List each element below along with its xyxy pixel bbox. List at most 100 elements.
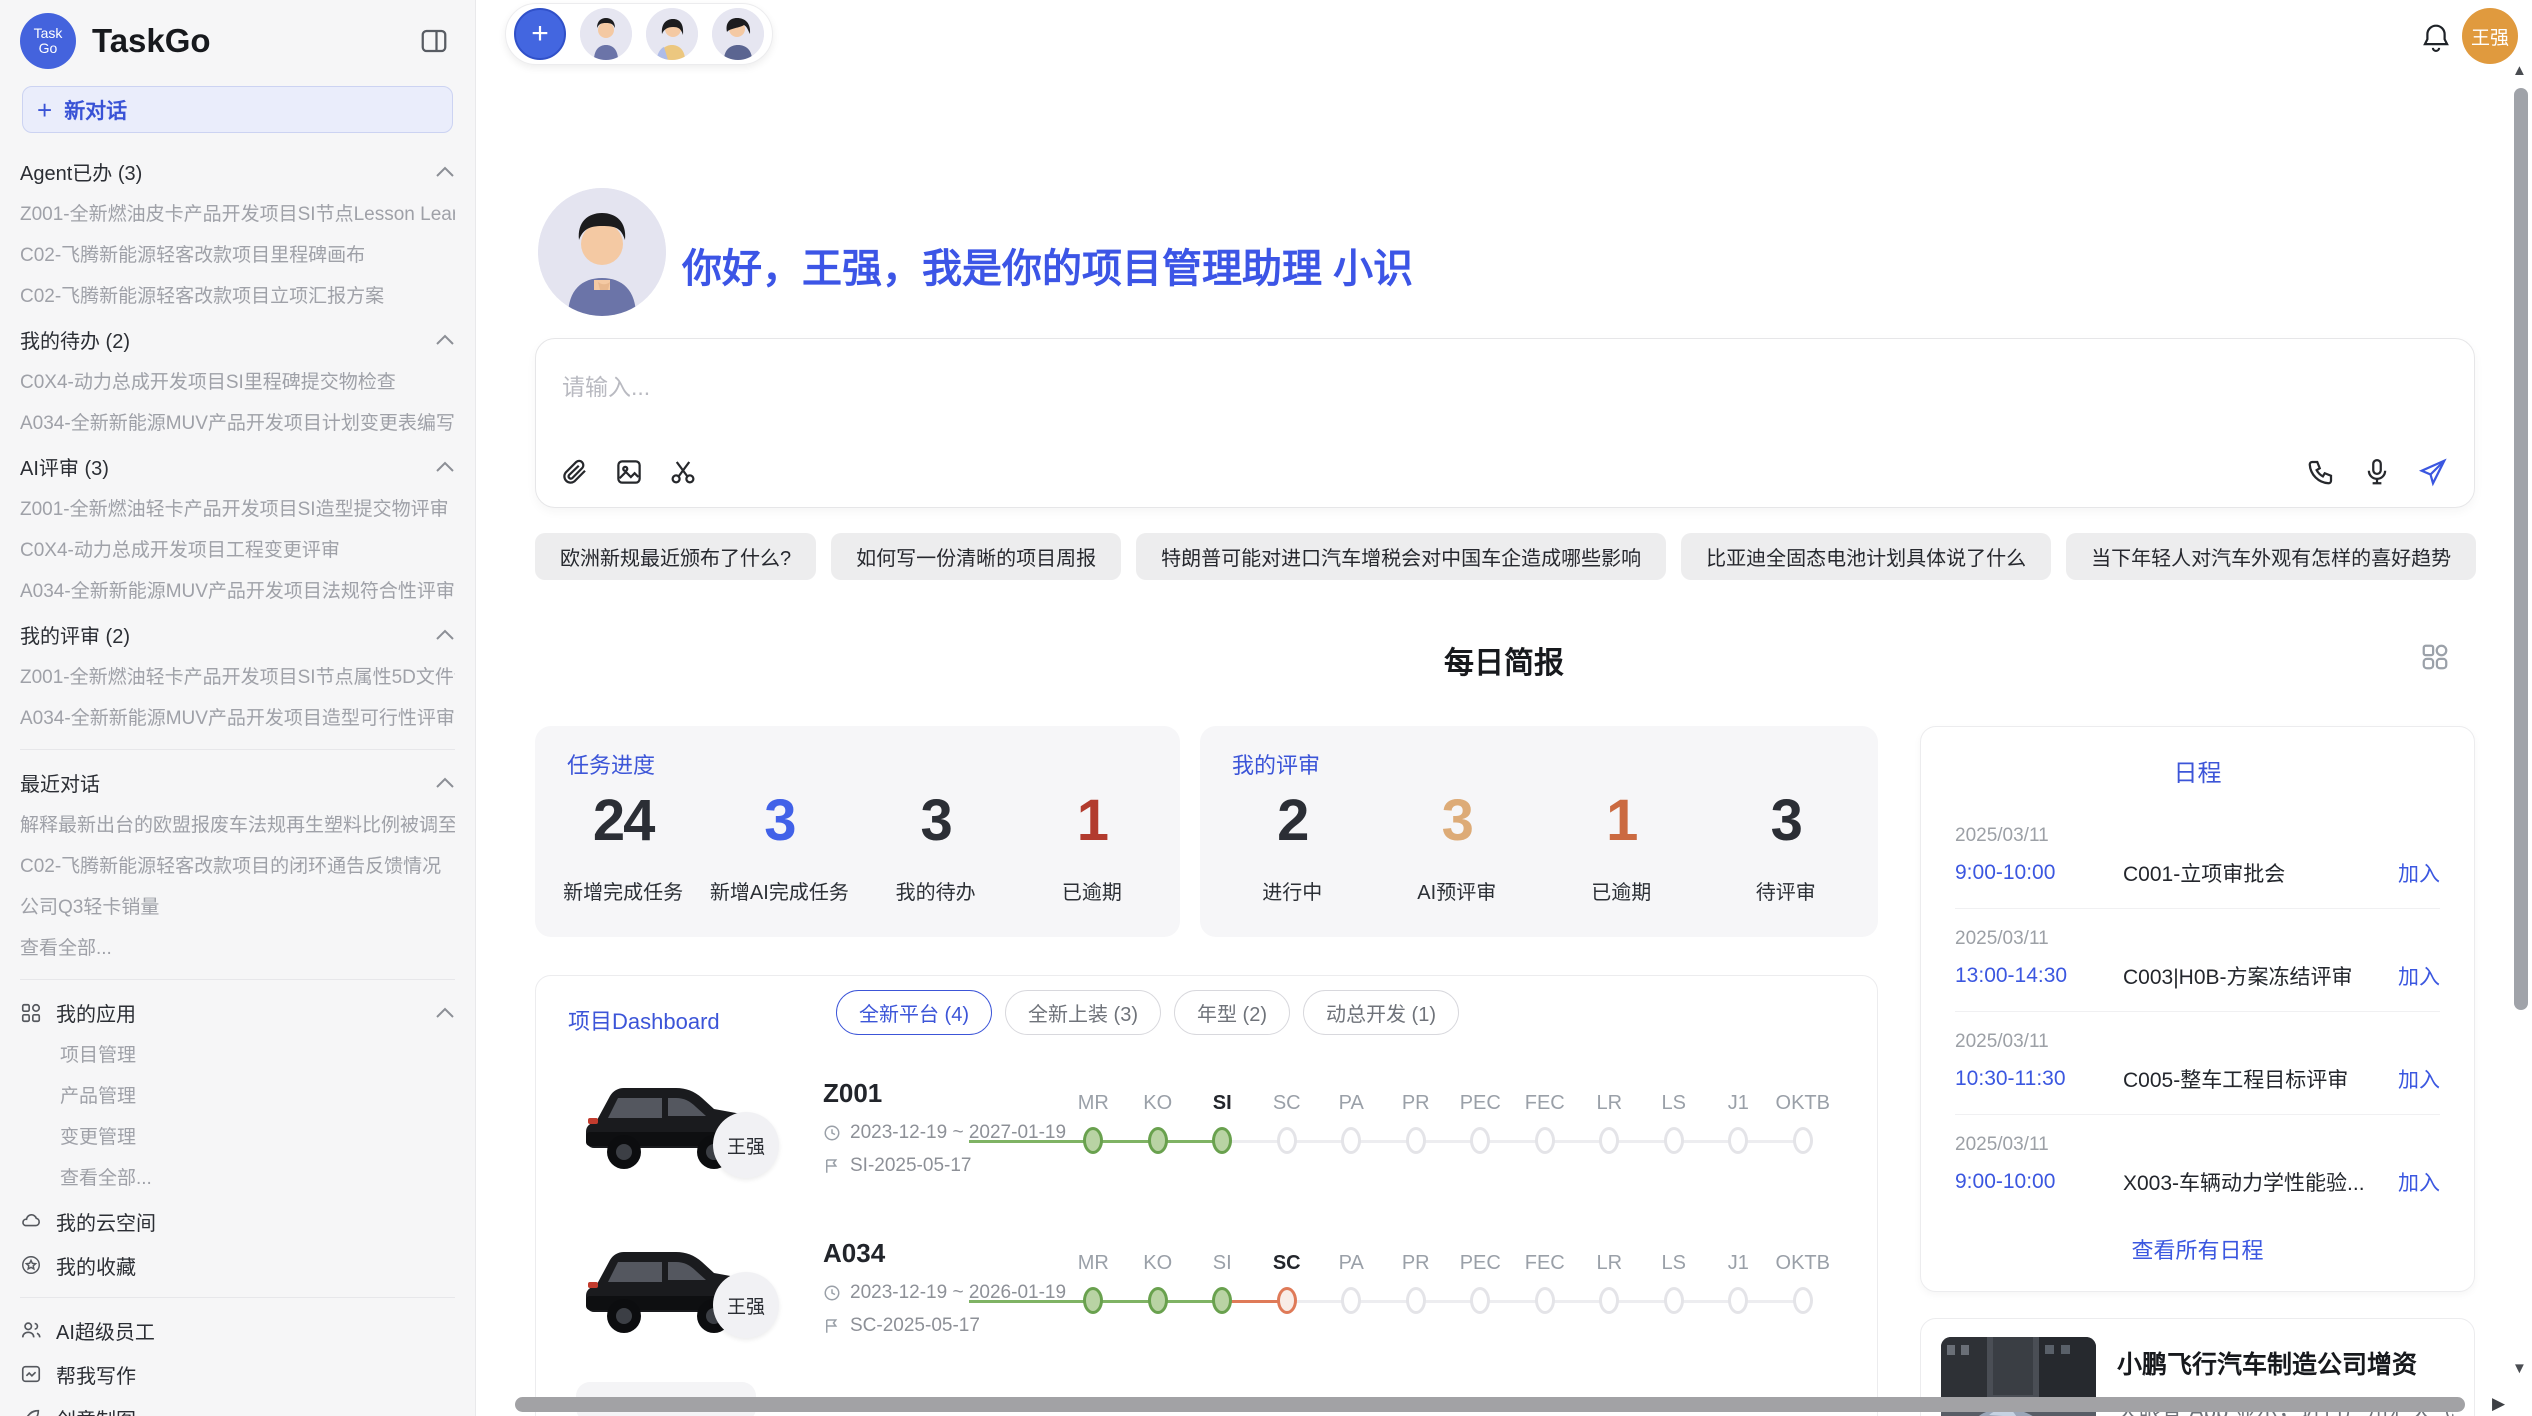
milestone-label: SI bbox=[1213, 1251, 1232, 1275]
sidebar-item[interactable]: A034-全新新能源MUV产品开发项目法规符合性评审 bbox=[20, 571, 455, 612]
suggestion-chip[interactable]: 比亚迪全固态电池计划具体说了什么 bbox=[1681, 533, 2051, 580]
milestone-step: PR bbox=[1384, 1091, 1449, 1166]
sidebar-item[interactable]: C0X4-动力总成开发项目SI里程碑提交物检查 bbox=[20, 362, 455, 403]
app-title: TaskGo bbox=[92, 22, 211, 60]
sidebar-item-help-write[interactable]: 帮我写作 bbox=[20, 1352, 455, 1396]
sidebar-item-ai-employee[interactable]: AI超级员工 bbox=[20, 1308, 455, 1352]
group-header-agent-done[interactable]: Agent已办 (3) bbox=[20, 149, 455, 194]
send-icon[interactable] bbox=[2418, 457, 2448, 487]
recent-chat-item[interactable]: 解释最新出台的欧盟报废车法规再生塑料比例被调至15%... bbox=[20, 805, 455, 846]
stat-value: 1 bbox=[1014, 788, 1170, 854]
stat-new-ai-completed: 3 新增AI完成任务 bbox=[701, 788, 857, 905]
sidebar-item[interactable]: C02-飞腾新能源轻客改款项目里程碑画布 bbox=[20, 235, 455, 276]
suggestion-chip[interactable]: 如何写一份清晰的项目周报 bbox=[831, 533, 1121, 580]
group-title: 最近对话 bbox=[20, 768, 100, 797]
join-button[interactable]: 加入 bbox=[2398, 961, 2440, 991]
agent-avatar-3[interactable] bbox=[712, 8, 764, 60]
stat-new-completed: 24 新增完成任务 bbox=[545, 788, 701, 905]
group-header-my-apps[interactable]: 我的应用 bbox=[20, 990, 455, 1035]
milestone-step: SC bbox=[1255, 1091, 1320, 1166]
owner-name: 王强 bbox=[727, 1132, 765, 1159]
recent-view-all[interactable]: 查看全部... bbox=[20, 928, 455, 969]
group-header-recent-chats[interactable]: 最近对话 bbox=[20, 760, 455, 805]
milestone-rail: MR KO SI SC PA PR PEC FEC LR LS J1 OKTB bbox=[1061, 1251, 1835, 1326]
sidebar-item-creative-draw[interactable]: 创意制图 bbox=[20, 1396, 455, 1416]
group-title: 我的评审 (2) bbox=[20, 620, 130, 649]
sidebar-item-favorites[interactable]: 我的收藏 bbox=[20, 1243, 455, 1287]
project-name[interactable]: A034 bbox=[823, 1238, 885, 1269]
agent-avatar-2[interactable] bbox=[646, 8, 698, 60]
stat-label: AI预评审 bbox=[1375, 876, 1540, 905]
add-agent-button[interactable]: + bbox=[514, 8, 566, 60]
chat-input[interactable] bbox=[562, 367, 2062, 407]
milestone-step: MR bbox=[1061, 1091, 1126, 1166]
chevron-up-icon bbox=[435, 1007, 455, 1019]
scroll-down-arrow[interactable]: ▼ bbox=[2512, 1360, 2527, 1377]
scroll-up-arrow[interactable]: ▲ bbox=[2512, 62, 2527, 79]
suggestion-chip[interactable]: 当下年轻人对汽车外观有怎样的喜好趋势 bbox=[2066, 533, 2476, 580]
scroll-right-arrow[interactable]: ▶ bbox=[2492, 1394, 2505, 1414]
app-item-product-mgmt[interactable]: 产品管理 bbox=[20, 1076, 455, 1117]
sidebar-item[interactable]: Z001-全新燃油轻卡产品开发项目SI造型提交物评审 bbox=[20, 489, 455, 530]
help-write-label: 帮我写作 bbox=[56, 1360, 136, 1389]
view-all-schedule-link[interactable]: 查看所有日程 bbox=[1921, 1233, 2474, 1265]
clock-icon bbox=[823, 1284, 841, 1302]
milestone-step: OKTB bbox=[1771, 1091, 1836, 1166]
tab-new-platform[interactable]: 全新平台 (4) bbox=[836, 990, 992, 1035]
card-title: 我的评审 bbox=[1232, 748, 1320, 780]
stat-label: 待评审 bbox=[1704, 876, 1869, 905]
phone-call-icon[interactable] bbox=[2306, 457, 2336, 487]
ai-employee-label: AI超级员工 bbox=[56, 1316, 155, 1345]
milestone-dot bbox=[1277, 1287, 1297, 1314]
recent-chat-item[interactable]: C02-飞腾新能源轻客改款项目的闭环通告反馈情况 bbox=[20, 846, 455, 887]
app-item-project-mgmt[interactable]: 项目管理 bbox=[20, 1035, 455, 1076]
milestone-label: PA bbox=[1339, 1091, 1364, 1115]
tab-model-year[interactable]: 年型 (2) bbox=[1174, 990, 1290, 1035]
group-header-my-review[interactable]: 我的评审 (2) bbox=[20, 612, 455, 657]
vertical-scrollbar[interactable] bbox=[2514, 88, 2528, 1010]
sidebar-item[interactable]: Z001-全新燃油轻卡产品开发项目SI节点属性5D文件评审 bbox=[20, 657, 455, 698]
sidebar-item[interactable]: A034-全新新能源MUV产品开发项目造型可行性评审 bbox=[20, 698, 455, 739]
user-avatar[interactable]: 王强 bbox=[2462, 8, 2518, 64]
daily-briefing-title: 每日简报 bbox=[476, 638, 2532, 682]
sidebar-item[interactable]: C0X4-动力总成开发项目工程变更评审 bbox=[20, 530, 455, 571]
group-header-my-todo[interactable]: 我的待办 (2) bbox=[20, 317, 455, 362]
project-flag-milestone: SI-2025-05-17 bbox=[823, 1155, 971, 1177]
sidebar-item-cloud-space[interactable]: 我的云空间 bbox=[20, 1199, 455, 1243]
sidebar-item[interactable]: Z001-全新燃油皮卡产品开发项目SI节点Lesson Learn报告 bbox=[20, 194, 455, 235]
horizontal-scrollbar[interactable] bbox=[515, 1397, 2465, 1412]
layout-grid-icon[interactable] bbox=[2420, 642, 2450, 672]
divider bbox=[20, 749, 455, 750]
sidebar-item[interactable]: A034-全新新能源MUV产品开发项目计划变更表编写 bbox=[20, 403, 455, 444]
sidebar-header: Task Go TaskGo bbox=[20, 10, 455, 72]
app-item-change-mgmt[interactable]: 变更管理 bbox=[20, 1117, 455, 1158]
apps-view-all[interactable]: 查看全部... bbox=[20, 1158, 455, 1199]
join-button[interactable]: 加入 bbox=[2398, 858, 2440, 888]
chevron-up-icon bbox=[435, 629, 455, 641]
image-icon[interactable] bbox=[614, 457, 644, 487]
main-area: + bbox=[476, 0, 2532, 1416]
project-name[interactable]: Z001 bbox=[823, 1078, 882, 1109]
join-button[interactable]: 加入 bbox=[2398, 1064, 2440, 1094]
scissors-icon[interactable] bbox=[668, 457, 698, 487]
tab-powertrain[interactable]: 动总开发 (1) bbox=[1303, 990, 1459, 1035]
sidebar-collapse-icon[interactable] bbox=[419, 26, 449, 56]
schedule-event: 2025/03/11 9:00-10:00 X003-车辆动力学性能验... 加… bbox=[1955, 1114, 2440, 1217]
agent-avatar-1[interactable] bbox=[580, 8, 632, 60]
microphone-icon[interactable] bbox=[2362, 457, 2392, 487]
milestone-dot bbox=[1793, 1127, 1813, 1154]
owner-name: 王强 bbox=[727, 1292, 765, 1319]
apps-grid-icon bbox=[20, 1002, 42, 1024]
new-chat-button[interactable]: + 新对话 bbox=[22, 86, 453, 133]
milestone-step: SI bbox=[1190, 1251, 1255, 1326]
notifications-bell-icon[interactable] bbox=[2421, 22, 2451, 54]
suggestion-chip[interactable]: 欧洲新规最近颁布了什么? bbox=[535, 533, 816, 580]
composer-actions bbox=[2306, 457, 2448, 487]
attach-paperclip-icon[interactable] bbox=[560, 457, 590, 487]
join-button[interactable]: 加入 bbox=[2398, 1167, 2440, 1197]
suggestion-chip[interactable]: 特朗普可能对进口汽车增税会对中国车企造成哪些影响 bbox=[1136, 533, 1666, 580]
tab-new-body[interactable]: 全新上装 (3) bbox=[1005, 990, 1161, 1035]
group-header-ai-review[interactable]: AI评审 (3) bbox=[20, 444, 455, 489]
sidebar-item[interactable]: C02-飞腾新能源轻客改款项目立项汇报方案 bbox=[20, 276, 455, 317]
recent-chat-item[interactable]: 公司Q3轻卡销量 bbox=[20, 887, 455, 928]
